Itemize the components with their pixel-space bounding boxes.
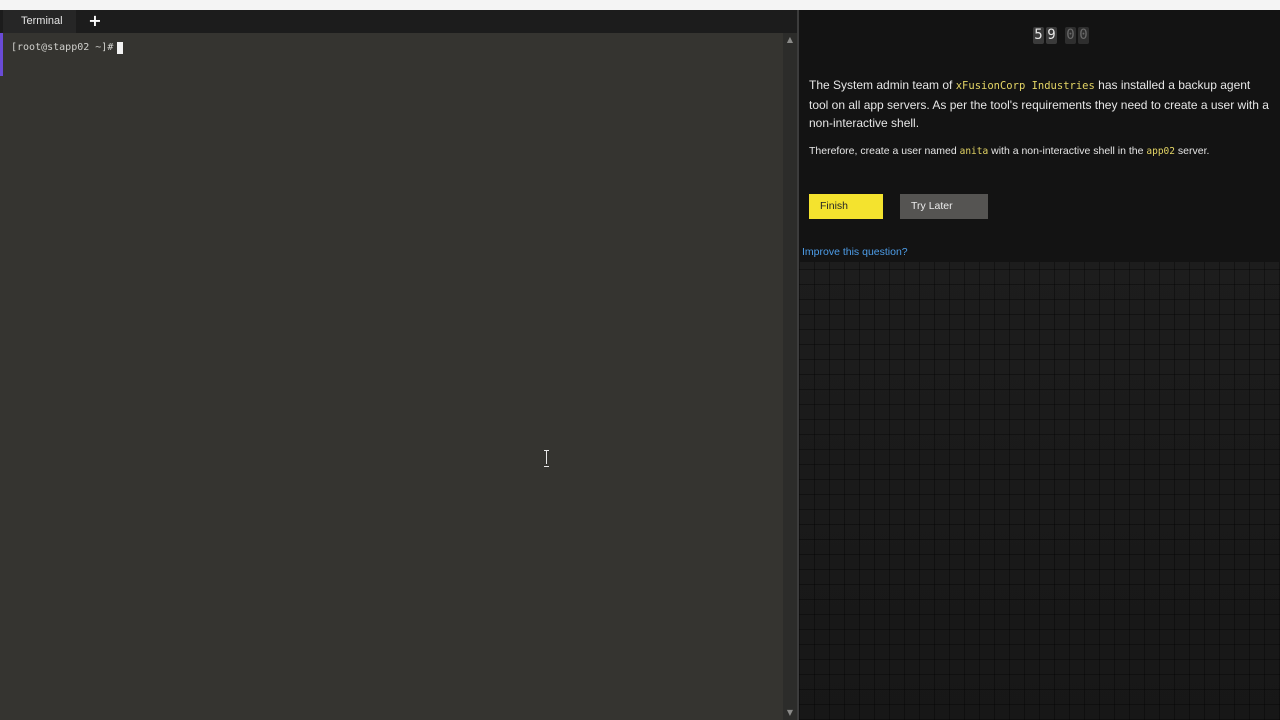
terminal-tab-bar: Terminal +	[0, 10, 797, 33]
terminal-output[interactable]: [root@stapp02 ~]#	[3, 33, 783, 720]
try-later-button[interactable]: Try Later	[900, 194, 988, 219]
finish-button[interactable]: Finish	[809, 194, 883, 219]
terminal-scrollbar[interactable]: ▲ ▼	[783, 33, 797, 720]
task-text: Therefore, create a user named	[809, 145, 960, 157]
terminal-prompt-line: [root@stapp02 ~]#	[11, 41, 124, 55]
tab-terminal[interactable]: Terminal	[3, 10, 76, 33]
question-card: 5 9 0 0 The System admin team of xFusion…	[799, 10, 1280, 262]
question-pane: 5 9 0 0 The System admin team of xFusion…	[799, 10, 1280, 720]
question-description: The System admin team of xFusionCorp Ind…	[809, 76, 1271, 133]
plus-icon: +	[88, 11, 102, 30]
scroll-down-icon[interactable]: ▼	[783, 706, 797, 720]
company-name: xFusionCorp Industries	[955, 80, 1095, 92]
countdown-timer: 5 9 0 0	[1033, 27, 1089, 44]
shell-prompt: [root@stapp02 ~]#	[11, 42, 114, 53]
terminal-cursor	[117, 42, 124, 54]
scroll-up-icon[interactable]: ▲	[783, 33, 797, 47]
timer-seconds-ones: 0	[1078, 27, 1089, 44]
task-text-end: server.	[1174, 145, 1210, 157]
timer-separator	[1059, 27, 1063, 44]
timer-minutes-ones: 9	[1046, 27, 1057, 44]
text-cursor-icon	[543, 450, 551, 467]
improve-question-link[interactable]: Improve this question?	[802, 245, 908, 259]
terminal-pane: Terminal + [root@stapp02 ~]# ▲ ▼	[0, 10, 797, 720]
username-code: anita	[959, 146, 989, 157]
browser-top-strip	[0, 0, 1280, 10]
tab-terminal-label: Terminal	[21, 15, 63, 27]
add-tab-button[interactable]: +	[86, 10, 104, 33]
timer-minutes-tens: 5	[1033, 27, 1044, 44]
server-code: app02	[1146, 146, 1175, 157]
timer-seconds-tens: 0	[1065, 27, 1076, 44]
question-text: The System admin team of	[809, 78, 956, 92]
question-task: Therefore, create a user named anita wit…	[809, 144, 1271, 159]
task-text-middle: with a non-interactive shell in the	[988, 145, 1147, 157]
